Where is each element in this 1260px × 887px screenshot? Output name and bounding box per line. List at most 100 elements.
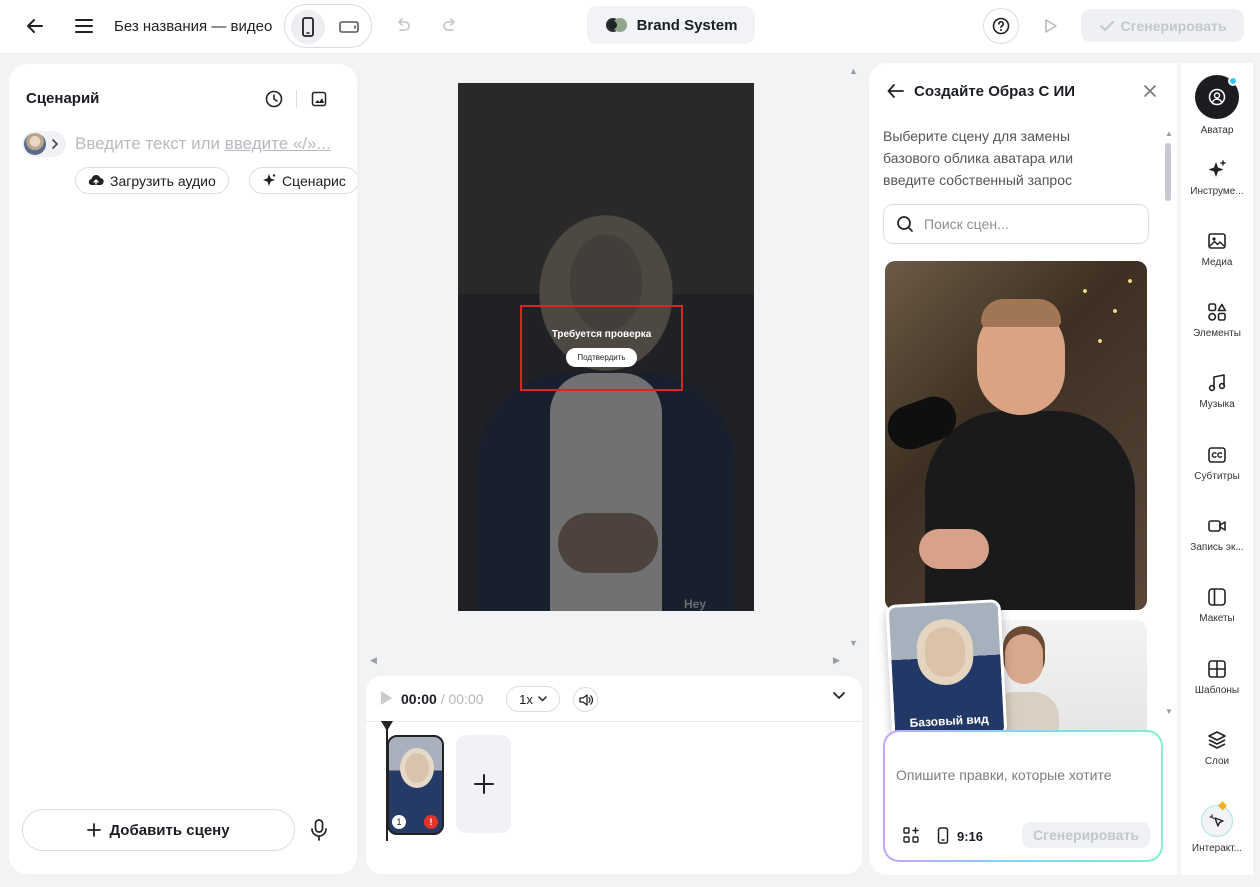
panel-description: Выберите сцену для замены базового облик…: [883, 128, 1074, 188]
clip-number-badge: 1: [392, 815, 406, 829]
scene-person-hand: [919, 529, 989, 569]
upload-audio-button[interactable]: Загрузить аудио: [75, 167, 229, 194]
panel-scroll-up[interactable]: ▲: [1165, 129, 1173, 138]
scene-search[interactable]: [883, 204, 1149, 244]
generate-button[interactable]: Сгенерировать: [1081, 9, 1244, 42]
script-import-button[interactable]: [308, 88, 330, 110]
ai-script-label: Сценарис: [282, 172, 346, 189]
rail-item-media[interactable]: Медиа: [1181, 231, 1253, 268]
back-button[interactable]: [17, 8, 53, 44]
rail-item-tools[interactable]: Инструме...: [1181, 160, 1253, 197]
base-look-label: Базовый вид: [909, 711, 990, 730]
scroll-right-arrow[interactable]: ▶: [833, 655, 840, 666]
cc-icon: [1208, 447, 1226, 463]
phone-ratio-icon[interactable]: [937, 827, 949, 844]
help-button[interactable]: [983, 8, 1019, 44]
voice-avatar: [24, 133, 46, 155]
script-input[interactable]: Введите текст или введите «/»...: [75, 134, 331, 154]
slash-command-link[interactable]: введите «/»...: [225, 134, 331, 153]
record-icon: [1208, 520, 1226, 532]
orientation-toggle: [284, 4, 372, 48]
scene-clip-1[interactable]: 1 !: [387, 735, 444, 835]
plus-icon: [87, 823, 102, 837]
interactive-button[interactable]: ◆: [1201, 798, 1233, 837]
upload-audio-label: Загрузить аудио: [110, 172, 216, 189]
confirm-button[interactable]: Подтвердить: [566, 348, 637, 367]
add-scene-button[interactable]: Добавить сцену: [22, 809, 295, 851]
rail-label-elements: Элементы: [1193, 328, 1241, 339]
scene-person-body: [925, 411, 1135, 610]
rail-item-elements[interactable]: Элементы: [1181, 302, 1253, 339]
voice-selector[interactable]: [22, 131, 66, 157]
scroll-left-arrow[interactable]: ◀: [370, 655, 377, 666]
avatar-button[interactable]: [1195, 75, 1239, 119]
sparkle-icon: [263, 173, 276, 186]
prompt-placeholder[interactable]: Опишите правки, которые хотите: [896, 767, 1112, 783]
panel-back-icon[interactable]: [887, 83, 905, 99]
add-clip-button[interactable]: [456, 735, 511, 833]
music-icon: [1208, 374, 1226, 392]
time-separator: /: [436, 691, 449, 707]
aspect-ratio[interactable]: 9:16: [957, 829, 983, 844]
portrait-button[interactable]: [291, 10, 325, 44]
base-look-card[interactable]: Базовый вид: [885, 599, 1008, 742]
prompt-inner[interactable]: Опишите правки, которые хотите 9:16 Сген…: [885, 732, 1161, 860]
prompt-box: Опишите правки, которые хотите 9:16 Сген…: [883, 730, 1163, 862]
clock-icon: [265, 90, 283, 108]
time-display: 00:00 / 00:00: [401, 691, 484, 707]
toolbar-divider: [296, 90, 297, 108]
record-voice-button[interactable]: [307, 818, 331, 842]
rail-label-interactive: Интеракт...: [1191, 843, 1243, 854]
generate-label: Сгенерировать: [1120, 17, 1227, 34]
video-preview[interactable]: Требуется проверка Подтвердить Hey: [458, 83, 754, 611]
panel-scrollbar[interactable]: [1165, 143, 1171, 201]
history-button[interactable]: [263, 88, 285, 110]
canvas-area: ▲ ▼ ◀ ▶ Требуется проверка Подтвердить H…: [366, 64, 862, 674]
elements-icon: [1208, 303, 1227, 321]
total-time: 00:00: [448, 691, 484, 707]
scene-search-input[interactable]: [924, 216, 1124, 232]
search-icon: [897, 216, 913, 232]
arrow-left-icon: [27, 19, 43, 33]
menu-button[interactable]: [66, 8, 102, 44]
rail-item-screen-record[interactable]: Запись эк...: [1181, 516, 1253, 553]
rail-item-avatar[interactable]: Аватар: [1181, 75, 1253, 136]
help-icon: [992, 17, 1010, 35]
ai-script-button[interactable]: Сценарис: [249, 167, 357, 194]
landscape-button[interactable]: [332, 10, 366, 44]
scene-card-podcast[interactable]: [885, 261, 1147, 610]
hamburger-icon: [75, 19, 93, 33]
elements-add-icon[interactable]: [903, 827, 919, 843]
scene2-person-face: [1005, 634, 1043, 684]
rail-item-interactive[interactable]: ◆ Интеракт...: [1181, 798, 1253, 854]
script-placeholder: Введите текст или: [75, 134, 225, 153]
rail-item-layouts[interactable]: Макеты: [1181, 587, 1253, 624]
watermark-logo: Hey: [684, 597, 707, 611]
brand-system-button[interactable]: Brand System: [587, 6, 755, 44]
cloud-upload-icon: [88, 174, 104, 185]
rail-item-layers[interactable]: Слои: [1181, 730, 1253, 767]
close-icon[interactable]: [1142, 83, 1158, 99]
premium-gem-icon: ◆: [1218, 798, 1228, 812]
undo-button[interactable]: [384, 8, 420, 44]
check-icon: [1099, 20, 1114, 31]
prompt-generate-button[interactable]: Сгенерировать: [1022, 822, 1150, 848]
rail-label-subtitles: Субтитры: [1194, 471, 1240, 482]
rail-item-music[interactable]: Музыка: [1181, 373, 1253, 410]
volume-button[interactable]: [573, 687, 598, 712]
chevron-down-icon: [538, 696, 547, 702]
play-icon[interactable]: [379, 690, 393, 706]
speed-selector[interactable]: 1x: [506, 686, 560, 712]
review-required-box: Требуется проверка Подтвердить: [520, 305, 683, 391]
scroll-up-arrow[interactable]: ▲: [849, 66, 858, 76]
project-title[interactable]: Без названия — видео: [114, 16, 272, 36]
rail-item-subtitles[interactable]: Субтитры: [1181, 445, 1253, 482]
rail-item-templates[interactable]: Шаблоны: [1181, 659, 1253, 696]
scroll-down-arrow[interactable]: ▼: [849, 638, 858, 648]
panel-scroll-down[interactable]: ▼: [1165, 707, 1173, 716]
preview-play-button[interactable]: [1032, 8, 1068, 44]
timeline-panel: 00:00 / 00:00 1x 1 !: [366, 676, 862, 874]
scene-card-office[interactable]: [987, 620, 1147, 730]
collapse-timeline-icon[interactable]: [832, 691, 846, 701]
redo-button[interactable]: [433, 8, 469, 44]
